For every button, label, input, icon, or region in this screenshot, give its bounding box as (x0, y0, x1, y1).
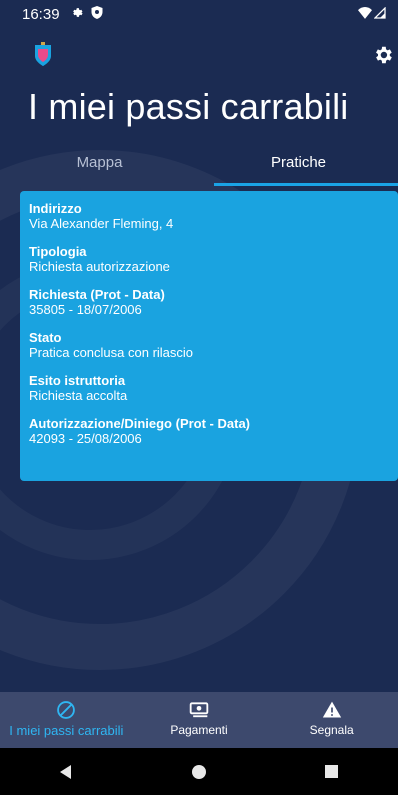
settings-gear-icon (70, 6, 83, 22)
active-tab-indicator (214, 183, 398, 186)
field-value: Pratica conclusa con rilascio (29, 345, 194, 360)
no-entry-icon (57, 701, 76, 719)
nav-label: I miei passi carrabili (9, 723, 124, 738)
crest-icon[interactable] (32, 42, 54, 68)
shield-icon (91, 6, 103, 22)
field-value: Via Alexander Fleming, 4 (29, 216, 174, 231)
app-bar (0, 30, 398, 90)
field-stato: Stato Pratica conclusa con rilascio (29, 330, 388, 360)
payment-icon (189, 702, 209, 718)
field-label: Autorizzazione/Diniego (Prot - Data) (29, 416, 250, 431)
page-title: I miei passi carrabili (28, 86, 349, 127)
tab-pratiche[interactable]: Pratiche (199, 146, 398, 188)
system-navigation-bar (0, 748, 398, 795)
bottom-navigation: I miei passi carrabili Pagamenti Segnala (0, 692, 398, 748)
recents-icon[interactable] (312, 752, 352, 792)
signal-icon (373, 5, 386, 23)
status-right (358, 5, 386, 23)
status-time: 16:39 (22, 5, 60, 23)
nav-item-pagamenti[interactable]: Pagamenti (133, 692, 266, 748)
field-richiesta: Richiesta (Prot - Data) 35805 - 18/07/20… (29, 287, 388, 317)
nav-label: Pagamenti (170, 723, 228, 737)
nav-item-passi-carrabili[interactable]: I miei passi carrabili (0, 692, 133, 748)
field-autorizzazione: Autorizzazione/Diniego (Prot - Data) 420… (29, 416, 388, 446)
gear-icon[interactable] (372, 44, 394, 66)
warning-icon (322, 701, 341, 718)
field-esito: Esito istruttoria Richiesta accolta (29, 373, 388, 403)
field-value: Richiesta accolta (29, 388, 128, 403)
back-icon[interactable] (46, 752, 86, 792)
field-value: 35805 - 18/07/2006 (29, 302, 142, 317)
wifi-icon (358, 6, 372, 23)
phone-screen: 16:39 I miei passi carrabili Mappa Prati… (0, 0, 398, 795)
field-label: Tipologia (29, 244, 87, 259)
field-label: Indirizzo (29, 201, 82, 216)
field-label: Richiesta (Prot - Data) (29, 287, 165, 302)
field-label: Esito istruttoria (29, 373, 126, 388)
tab-bar: Mappa Pratiche (0, 146, 398, 188)
pratica-card[interactable]: Indirizzo Via Alexander Fleming, 4 Tipol… (20, 191, 398, 481)
field-indirizzo: Indirizzo Via Alexander Fleming, 4 (29, 201, 388, 231)
field-tipologia: Tipologia Richiesta autorizzazione (29, 244, 388, 274)
status-bar: 16:39 (0, 0, 398, 28)
nav-item-segnala[interactable]: Segnala (265, 692, 398, 748)
home-icon[interactable] (179, 752, 219, 792)
tab-mappa[interactable]: Mappa (0, 146, 199, 188)
nav-label: Segnala (309, 723, 354, 737)
field-value: 42093 - 25/08/2006 (29, 431, 142, 446)
field-label: Stato (29, 330, 62, 345)
field-value: Richiesta autorizzazione (29, 259, 170, 274)
